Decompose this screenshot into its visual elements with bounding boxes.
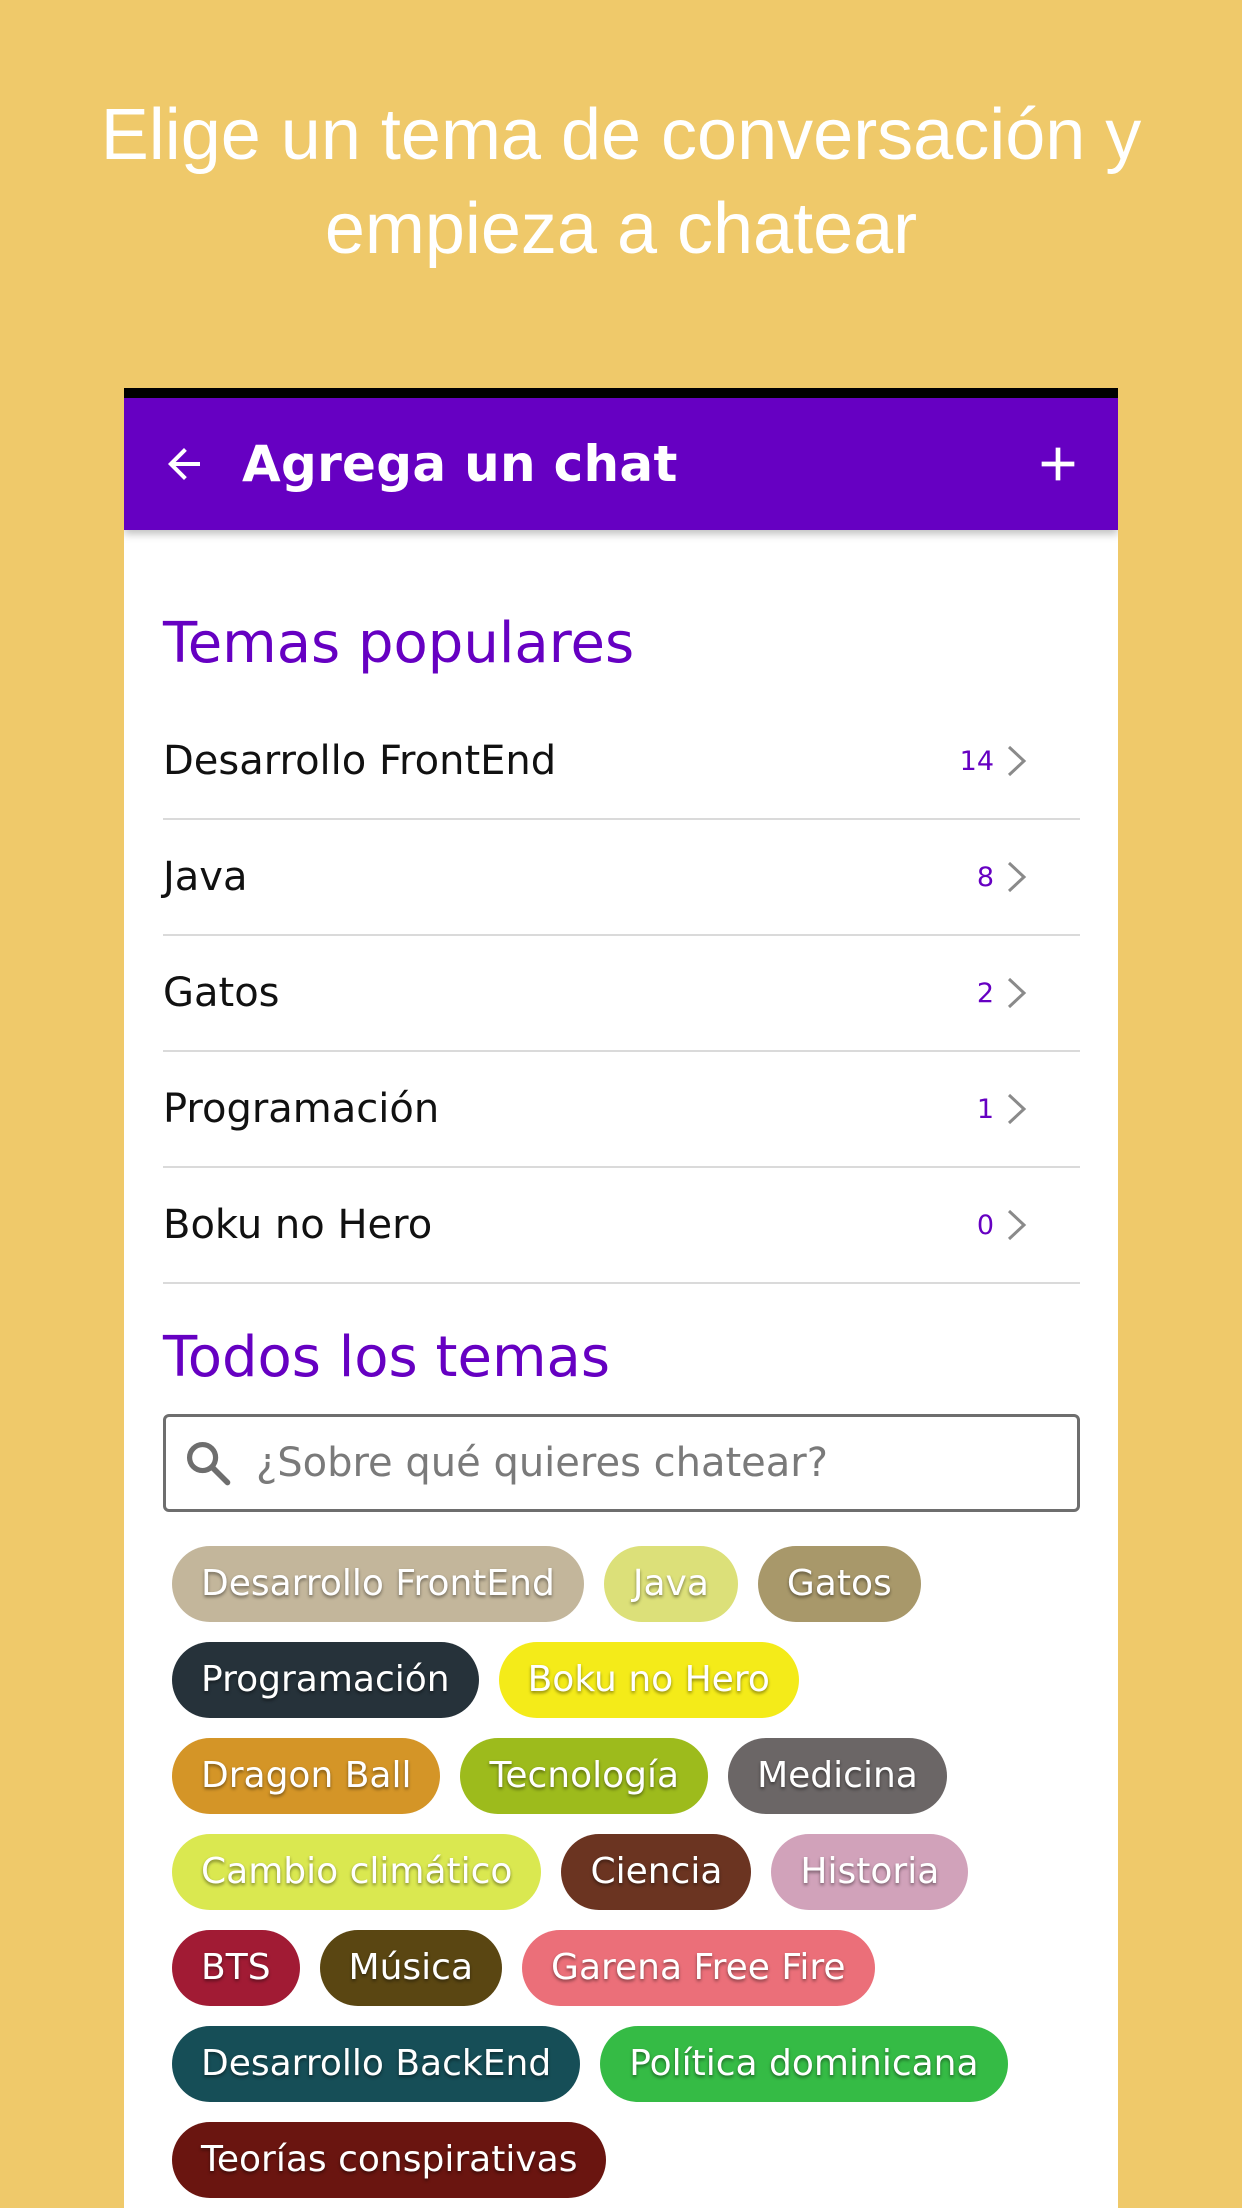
topic-chip[interactable]: BTS (172, 1930, 300, 2006)
popular-topic-count: 1 (976, 1093, 994, 1125)
topic-chip[interactable]: Dragon Ball (172, 1738, 441, 1814)
phone-screen: Agrega un chat Temas populares Desarroll… (124, 388, 1118, 2208)
app-bar-title: Agrega un chat (242, 435, 678, 493)
chevron-right-icon (1007, 1093, 1027, 1125)
search-icon (186, 1441, 231, 1486)
topic-search-input[interactable] (254, 1439, 1077, 1487)
popular-topic-row[interactable]: Programación 1 (163, 1052, 1080, 1168)
topic-chip[interactable]: Tecnología (460, 1738, 709, 1814)
topic-chip[interactable]: Teorías conspirativas (172, 2122, 607, 2198)
topic-chips: Desarrollo FrontEnd Java Gatos Programación… (172, 1546, 1080, 2208)
topic-search-box[interactable] (163, 1414, 1080, 1512)
popular-topic-label: Gatos (163, 970, 280, 1016)
popular-topics-list: Desarrollo FrontEnd 14 Java 8 Gatos 2 Programa… (163, 704, 1080, 1284)
add-chat-button[interactable] (1030, 436, 1086, 492)
topic-chip[interactable]: Desarrollo BackEnd (172, 2026, 581, 2102)
topic-chip[interactable]: Gatos (757, 1546, 921, 1622)
popular-topic-count: 8 (976, 861, 994, 893)
popular-topic-label: Desarrollo FrontEnd (163, 738, 557, 784)
popular-topic-label: Java (163, 854, 248, 900)
topic-chip[interactable]: Ciencia (561, 1834, 752, 1910)
popular-topic-count: 2 (976, 977, 994, 1009)
popular-topic-label: Programación (163, 1086, 440, 1132)
popular-topic-row[interactable]: Boku no Hero 0 (163, 1168, 1080, 1284)
topic-chip[interactable]: Política dominicana (600, 2026, 1008, 2102)
chevron-right-icon (1007, 861, 1027, 893)
topic-chip[interactable]: Música (319, 1930, 503, 2006)
chevron-right-icon (1007, 745, 1027, 777)
popular-topic-count: 14 (959, 745, 994, 777)
topic-chip[interactable]: Medicina (728, 1738, 947, 1814)
app-bar: Agrega un chat (124, 398, 1118, 530)
topic-chip[interactable]: Garena Free Fire (522, 1930, 875, 2006)
back-button[interactable] (156, 436, 212, 492)
promo-headline-line-1: Elige un tema de conversación y (100, 95, 1142, 175)
topic-chip[interactable]: Desarrollo FrontEnd (172, 1546, 584, 1622)
promo-headline: Elige un tema de conversación y empieza … (0, 88, 1242, 276)
popular-topic-row[interactable]: Java 8 (163, 820, 1080, 936)
topic-chip[interactable]: Programación (172, 1642, 479, 1718)
plus-icon (1041, 447, 1075, 481)
popular-topic-row[interactable]: Desarrollo FrontEnd 14 (163, 704, 1080, 820)
chevron-right-icon (1007, 977, 1027, 1009)
status-bar (124, 388, 1118, 398)
topic-chip[interactable]: Cambio climático (172, 1834, 542, 1910)
all-topics-title: Todos los temas (163, 1325, 610, 1390)
popular-topic-label: Boku no Hero (163, 1202, 433, 1248)
topic-chip[interactable]: Historia (771, 1834, 969, 1910)
chevron-right-icon (1007, 1209, 1027, 1241)
popular-topics-title: Temas populares (163, 611, 635, 676)
popular-topic-count: 0 (976, 1209, 994, 1241)
arrow-left-icon (168, 448, 200, 480)
promo-headline-line-2: empieza a chatear (324, 189, 918, 269)
popular-topic-row[interactable]: Gatos 2 (163, 936, 1080, 1052)
topic-chip[interactable]: Boku no Hero (498, 1642, 799, 1718)
topic-chip[interactable]: Java (603, 1546, 738, 1622)
